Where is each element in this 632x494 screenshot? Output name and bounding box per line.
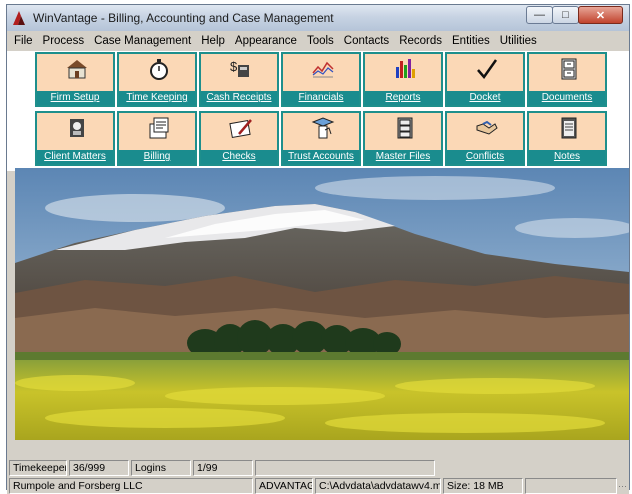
menu-contacts[interactable]: Contacts	[339, 35, 394, 47]
line-chart-icon	[311, 57, 335, 81]
checks-button[interactable]: Checks	[199, 111, 279, 166]
firm-setup-label: Firm Setup	[37, 91, 113, 105]
menu-file[interactable]: File	[9, 35, 38, 47]
close-button[interactable]: ✕	[578, 6, 623, 24]
minimize-button[interactable]: —	[526, 6, 553, 24]
notepad-icon	[557, 116, 581, 140]
menu-process[interactable]: Process	[38, 35, 90, 47]
client-icon	[65, 116, 89, 140]
reports-button[interactable]: Reports	[363, 52, 443, 107]
logins-value: 1/99	[193, 460, 253, 476]
title-bar[interactable]: WinVantage - Billing, Accounting and Cas…	[7, 5, 629, 31]
close-icon: ✕	[595, 9, 606, 22]
conflicts-button[interactable]: Conflicts	[445, 111, 525, 166]
bar-chart-icon	[393, 57, 417, 81]
maximize-icon: □	[562, 9, 569, 21]
billing-label: Billing	[119, 150, 195, 164]
invoice-icon	[147, 116, 171, 140]
app-logo-icon	[13, 11, 25, 25]
notes-label: Notes	[529, 150, 605, 164]
svg-text:$: $	[230, 59, 238, 74]
resize-grip-icon[interactable]: ⋯	[618, 481, 627, 492]
docket-label: Docket	[447, 91, 523, 105]
toolbar: Firm Setup Time Keeping $ Cash Receipts …	[7, 51, 629, 171]
documents-label: Documents	[529, 91, 605, 105]
app-window: WinVantage - Billing, Accounting and Cas…	[6, 4, 630, 494]
stopwatch-icon	[147, 57, 171, 81]
cash-receipts-label: Cash Receipts	[201, 91, 277, 105]
trust-accounts-button[interactable]: Trust Accounts	[281, 111, 361, 166]
file-cabinet-icon	[557, 57, 581, 81]
documents-button[interactable]: Documents	[527, 52, 607, 107]
master-files-label: Master Files	[365, 150, 441, 164]
notes-button[interactable]: Notes	[527, 111, 607, 166]
minimize-icon: —	[534, 9, 545, 21]
trust-icon	[311, 116, 335, 140]
client-matters-button[interactable]: Client Matters	[35, 111, 115, 166]
master-files-button[interactable]: Master Files	[363, 111, 443, 166]
desktop-background	[15, 168, 629, 440]
checkmark-icon	[475, 57, 499, 81]
timekeepers-label: Timekeepers	[9, 460, 67, 476]
client-matters-label: Client Matters	[37, 150, 113, 164]
cabinet-icon	[393, 116, 417, 140]
time-keeping-button[interactable]: Time Keeping	[117, 52, 197, 107]
cash-receipts-button[interactable]: $ Cash Receipts	[199, 52, 279, 107]
menu-utilities[interactable]: Utilities	[495, 35, 542, 47]
billing-button[interactable]: Billing	[117, 111, 197, 166]
menu-records[interactable]: Records	[394, 35, 447, 47]
timekeepers-value: 36/999	[69, 460, 129, 476]
checkbook-icon	[229, 116, 253, 140]
maximize-button[interactable]: □	[552, 6, 579, 24]
logins-label: Logins	[131, 460, 191, 476]
menu-bar: File Process Case Management Help Appear…	[7, 31, 629, 51]
trust-accounts-label: Trust Accounts	[283, 150, 359, 164]
mountain-landscape-image	[15, 168, 629, 440]
menu-entities[interactable]: Entities	[447, 35, 495, 47]
cash-icon: $	[229, 57, 253, 81]
status-bar-top: Timekeepers 36/999 Logins 1/99	[7, 459, 629, 477]
financials-label: Financials	[283, 91, 359, 105]
reports-label: Reports	[365, 91, 441, 105]
firm-setup-button[interactable]: Firm Setup	[35, 52, 115, 107]
status-empty-cell	[255, 460, 435, 476]
time-keeping-label: Time Keeping	[119, 91, 195, 105]
financials-button[interactable]: Financials	[281, 52, 361, 107]
docket-button[interactable]: Docket	[445, 52, 525, 107]
window-title: WinVantage - Billing, Accounting and Cas…	[33, 11, 334, 25]
conflicts-label: Conflicts	[447, 150, 523, 164]
menu-help[interactable]: Help	[196, 35, 230, 47]
handshake-icon	[475, 116, 499, 140]
menu-appearance[interactable]: Appearance	[230, 35, 302, 47]
house-icon	[65, 57, 89, 81]
menu-case-management[interactable]: Case Management	[89, 35, 196, 47]
menu-tools[interactable]: Tools	[302, 35, 339, 47]
checks-label: Checks	[201, 150, 277, 164]
